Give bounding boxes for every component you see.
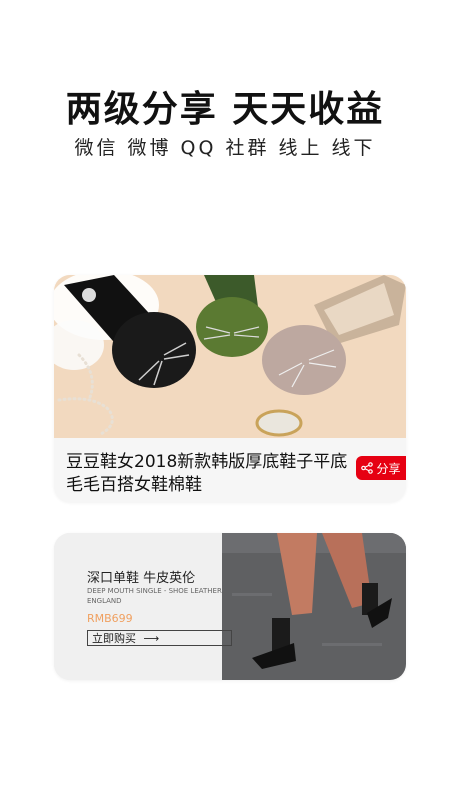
product-title[interactable]: 豆豆鞋女2018新款韩版厚底鞋子平底毛毛百搭女鞋棉鞋	[66, 451, 356, 497]
buy-now-label: 立即购买	[92, 632, 136, 645]
promo-subtitle-en: DEEP MOUTH SINGLE - SHOE LEATHER ENGLAND	[87, 587, 222, 605]
promo-text-panel	[54, 533, 222, 680]
promo-banner[interactable]: 深口单鞋 牛皮英伦 DEEP MOUTH SINGLE - SHOE LEATH…	[54, 533, 406, 680]
product-image	[54, 275, 406, 438]
promo-title: 深口单鞋 牛皮英伦	[87, 571, 196, 586]
arrow-right-icon: ⟶	[143, 632, 160, 645]
buy-now-button[interactable]: 立即购买 ⟶	[87, 630, 232, 646]
share-icon	[361, 462, 374, 474]
headline: 两级分享 天天收益	[65, 89, 385, 130]
promo-image	[222, 533, 406, 680]
channels-subline: 微信 微博 QQ 社群 线上 线下	[74, 137, 376, 159]
product-card[interactable]: 豆豆鞋女2018新款韩版厚底鞋子平底毛毛百搭女鞋棉鞋 分享	[54, 275, 406, 502]
share-label: 分享	[376, 461, 401, 476]
share-button[interactable]: 分享	[356, 456, 406, 480]
promo-price: RMB699	[87, 612, 133, 625]
